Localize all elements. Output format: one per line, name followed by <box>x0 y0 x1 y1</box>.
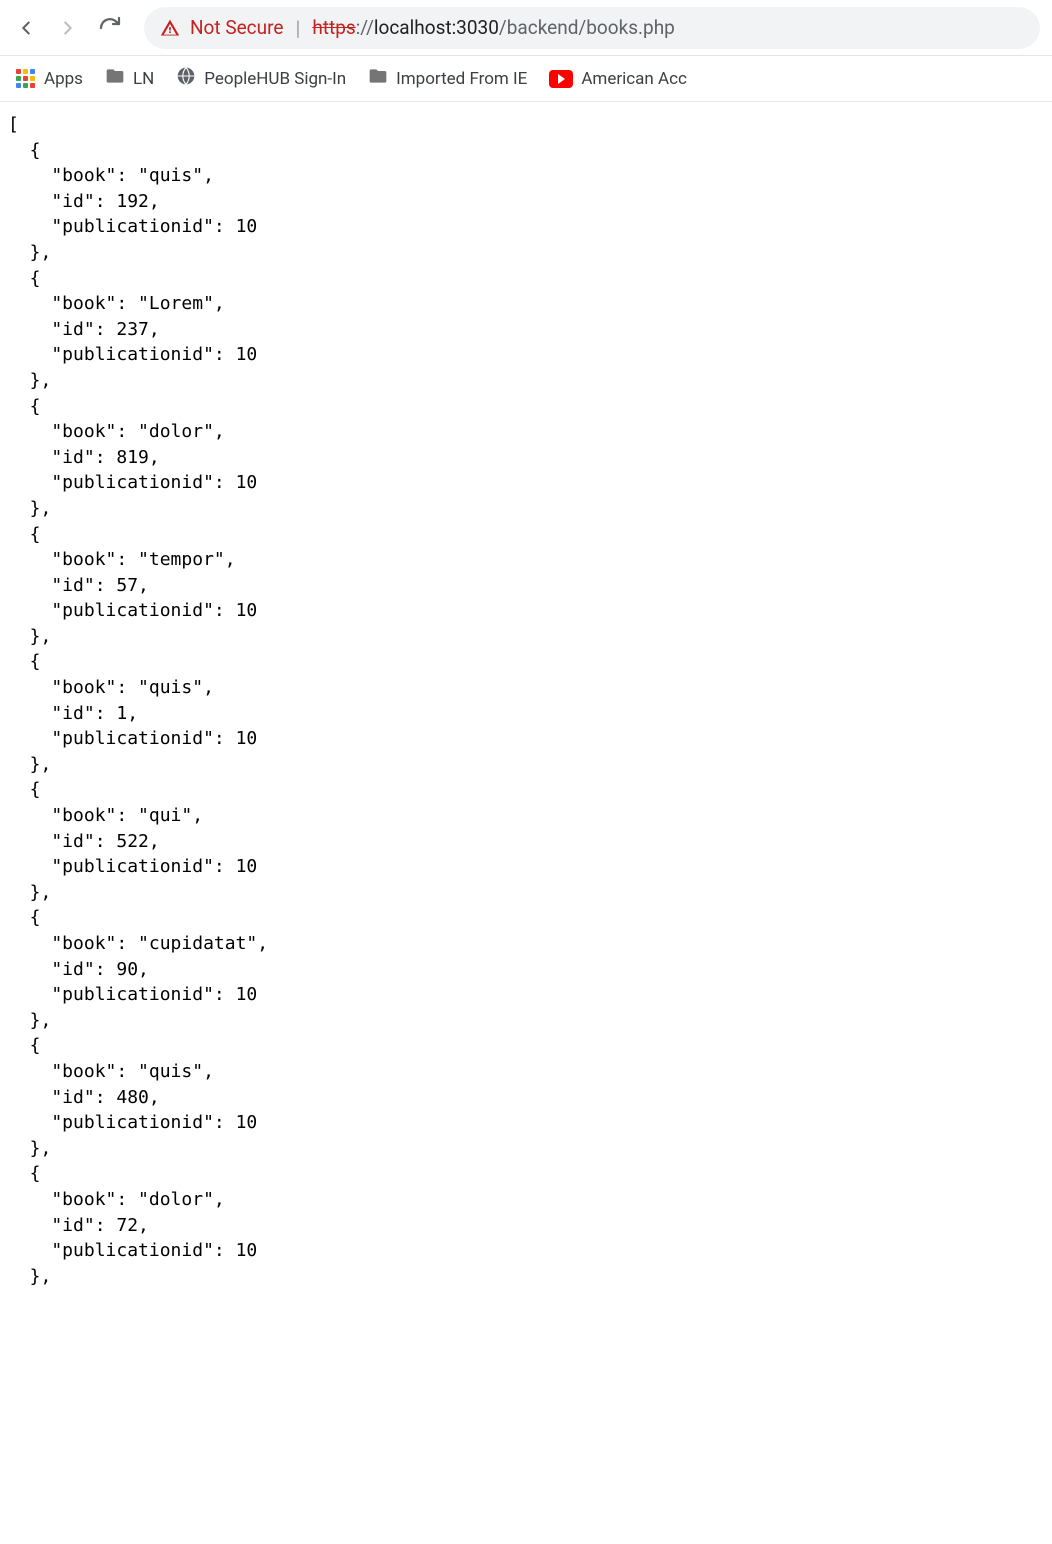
bookmark-label: LN <box>133 69 154 89</box>
bookmarks-bar: Apps LN PeopleHUB Sign-In Imported From … <box>0 56 1052 102</box>
warning-icon <box>160 18 180 38</box>
bookmark-imported-ie[interactable]: Imported From IE <box>368 66 527 91</box>
bookmark-ln[interactable]: LN <box>105 66 154 91</box>
url-display: https://localhost:3030/backend/books.php <box>312 16 675 39</box>
bookmark-label: Apps <box>44 69 83 89</box>
bookmark-apps[interactable]: Apps <box>16 69 83 89</box>
bookmark-label: Imported From IE <box>396 69 527 89</box>
separator: | <box>295 16 300 40</box>
browser-toolbar: Not Secure | https://localhost:3030/back… <box>0 0 1052 56</box>
apps-icon <box>16 69 36 89</box>
folder-icon <box>368 66 388 91</box>
forward-button[interactable] <box>54 14 82 42</box>
address-bar[interactable]: Not Secure | https://localhost:3030/back… <box>144 7 1040 49</box>
security-status: Not Secure <box>190 16 283 39</box>
reload-button[interactable] <box>96 14 124 42</box>
bookmark-label: PeopleHUB Sign-In <box>204 69 346 89</box>
back-button[interactable] <box>12 14 40 42</box>
bookmark-american-acc[interactable]: American Acc <box>549 69 687 89</box>
folder-icon <box>105 66 125 91</box>
bookmark-peoplehub[interactable]: PeopleHUB Sign-In <box>176 66 346 91</box>
bookmark-label: American Acc <box>581 69 687 89</box>
youtube-icon <box>549 70 573 88</box>
json-body: [ { "book": "quis", "id": 192, "publicat… <box>0 102 1052 1299</box>
globe-icon <box>176 66 196 91</box>
